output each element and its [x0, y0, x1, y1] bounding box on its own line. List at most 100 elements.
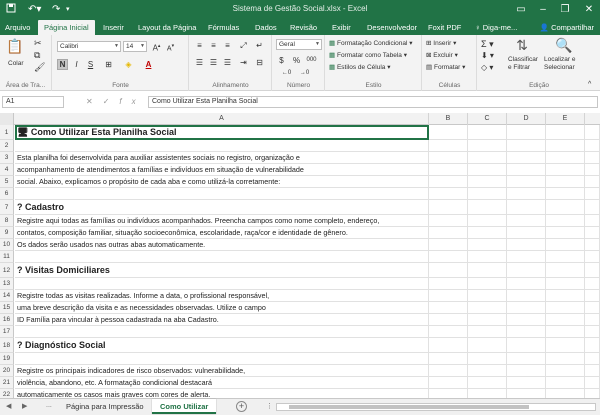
cell[interactable] — [429, 365, 468, 377]
cell[interactable] — [585, 263, 600, 278]
cell[interactable] — [585, 365, 600, 377]
cell[interactable] — [468, 326, 507, 338]
row-number[interactable]: 19 — [0, 353, 14, 365]
italic-button[interactable]: I — [71, 59, 82, 70]
cell[interactable] — [546, 326, 585, 338]
font-size-select[interactable]: 14 ▼ — [123, 41, 147, 52]
cell[interactable] — [468, 140, 507, 152]
wrap-text-icon[interactable]: ↵ — [254, 40, 265, 51]
cell[interactable] — [15, 188, 429, 200]
cell[interactable] — [585, 239, 600, 251]
sheet-tab-pagina-impressao[interactable]: Página para Impressão — [58, 399, 152, 414]
save-icon[interactable] — [6, 3, 16, 18]
align-center-icon[interactable]: ☰ — [208, 57, 219, 68]
cell[interactable] — [585, 353, 600, 365]
row-number[interactable]: 8 — [0, 215, 14, 227]
tab-inserir[interactable]: Inserir — [103, 20, 124, 35]
ribbon-display-icon[interactable]: ▭ — [512, 2, 530, 18]
cell[interactable] — [585, 251, 600, 263]
cell[interactable] — [429, 302, 468, 314]
row-number[interactable]: 9 — [0, 227, 14, 239]
column-header-b[interactable]: B — [429, 113, 468, 125]
name-box[interactable]: A1 — [2, 96, 64, 108]
cell[interactable] — [507, 188, 546, 200]
tell-me-search[interactable]: ♀ Diga-me... — [475, 20, 517, 35]
cell[interactable] — [585, 326, 600, 338]
borders-icon[interactable]: ⊞ — [103, 59, 114, 70]
cell[interactable] — [507, 215, 546, 227]
align-middle-icon[interactable]: ≡ — [208, 40, 219, 51]
cell[interactable] — [429, 251, 468, 263]
cell[interactable] — [585, 164, 600, 176]
horizontal-scrollbar-thumb[interactable] — [289, 405, 529, 409]
cell[interactable] — [507, 152, 546, 164]
cell[interactable] — [429, 239, 468, 251]
cell[interactable] — [429, 188, 468, 200]
tab-formulas[interactable]: Fórmulas — [208, 20, 239, 35]
cell[interactable] — [507, 338, 546, 353]
cell[interactable] — [429, 353, 468, 365]
indent-icon[interactable]: ⇥ — [238, 57, 249, 68]
cell[interactable] — [546, 365, 585, 377]
copy-icon[interactable]: ⧉ — [34, 50, 40, 61]
cell[interactable] — [585, 389, 600, 398]
underline-button[interactable]: S — [85, 59, 96, 70]
cell[interactable] — [507, 326, 546, 338]
cell[interactable] — [585, 188, 600, 200]
cell[interactable] — [546, 215, 585, 227]
cell[interactable] — [546, 338, 585, 353]
row-number[interactable]: 6 — [0, 188, 14, 200]
row-number[interactable]: 12 — [0, 263, 14, 278]
customize-icon[interactable]: ▾ — [66, 3, 70, 17]
fill-color-icon[interactable]: ◈ — [123, 59, 134, 70]
cell[interactable] — [507, 365, 546, 377]
cell[interactable] — [15, 278, 429, 290]
clear-icon[interactable]: ◇ ▾ — [481, 63, 493, 72]
cell[interactable] — [507, 140, 546, 152]
row-number[interactable]: 14 — [0, 290, 14, 302]
horizontal-scrollbar[interactable] — [276, 403, 596, 411]
sheet-next-icon[interactable]: ▶ — [22, 402, 27, 410]
cell[interactable] — [15, 251, 429, 263]
format-painter-icon[interactable]: 🖌 — [34, 62, 45, 73]
cell[interactable] — [468, 164, 507, 176]
percent-button[interactable]: % — [291, 55, 302, 66]
cell[interactable] — [468, 302, 507, 314]
tab-pagina-inicial[interactable]: Página Inicial — [38, 20, 95, 35]
cell[interactable] — [15, 140, 429, 152]
collapse-ribbon-icon[interactable]: ^ — [588, 81, 591, 88]
cell[interactable] — [546, 302, 585, 314]
cell[interactable] — [468, 338, 507, 353]
format-cells-button[interactable]: ▤ Formatar ▾ — [426, 63, 465, 71]
cell[interactable] — [468, 263, 507, 278]
align-left-icon[interactable]: ☰ — [194, 57, 205, 68]
row-number[interactable]: 4 — [0, 164, 14, 176]
tab-foxit[interactable]: Foxit PDF — [428, 20, 461, 35]
row-number[interactable]: 16 — [0, 314, 14, 326]
sheet-prev-icon[interactable]: ◀ — [6, 402, 11, 410]
cell[interactable] — [585, 200, 600, 215]
cell[interactable] — [468, 239, 507, 251]
row-number[interactable]: 22 — [0, 389, 14, 398]
cell[interactable] — [507, 377, 546, 389]
cell[interactable] — [507, 176, 546, 188]
cell[interactable] — [429, 338, 468, 353]
cell[interactable] — [429, 314, 468, 326]
cell[interactable] — [429, 200, 468, 215]
cell[interactable] — [585, 125, 600, 140]
cell[interactable] — [507, 263, 546, 278]
align-bottom-icon[interactable]: ≡ — [222, 40, 233, 51]
paste-icon[interactable]: 📋 — [5, 38, 25, 55]
cell[interactable] — [546, 176, 585, 188]
cell[interactable] — [585, 152, 600, 164]
column-header-c[interactable]: C — [468, 113, 507, 125]
cell[interactable] — [546, 314, 585, 326]
cell[interactable] — [546, 353, 585, 365]
tab-arquivo[interactable]: Arquivo — [5, 20, 30, 35]
cell[interactable] — [507, 290, 546, 302]
select-all-corner[interactable] — [0, 113, 14, 125]
paste-button[interactable]: Colar — [8, 60, 24, 67]
sort-filter-icon[interactable]: ⇅ — [512, 37, 532, 54]
cell[interactable] — [429, 263, 468, 278]
insert-cells-button[interactable]: ⊞ Inserir ▾ — [426, 39, 456, 47]
